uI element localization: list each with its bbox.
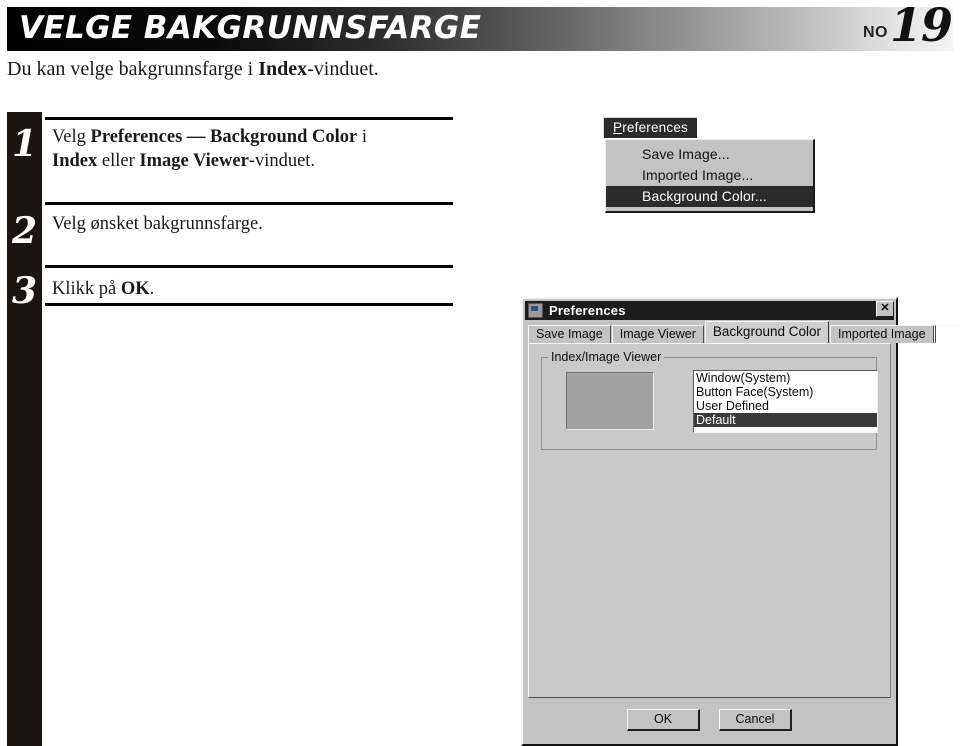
menubar-rest: references [622,120,689,135]
dialog-tabstrip: Save Image Image Viewer Background Color… [528,321,960,343]
groupbox-label: Index/Image Viewer [548,350,665,364]
step2-text: Velg ønsket bakgrunnsfarge. [52,214,263,234]
intro-bold-term: Index [258,58,308,80]
dialog-titlebar[interactable]: Preferences [525,301,894,320]
tab-background-color[interactable]: Background Color [704,321,829,343]
intro-suffix: -vinduet. [307,58,379,80]
step-text-3: Klikk på OK. [52,277,457,301]
menubar-item-preferences[interactable]: Preferences [603,117,698,138]
menu-item-background-color-label: Background Color... [642,188,767,204]
step-text-1: Velg Preferences — Background Color i In… [52,125,457,173]
step3-suffix: . [149,279,155,299]
step1-bold3: Image Viewer [139,151,249,171]
tabstrip-filler [934,325,960,343]
groupbox-index-image-viewer: Index/Image Viewer Window(System) Button… [541,350,878,450]
list-item[interactable]: Window(System) [694,371,877,385]
step-number-3: 3 [11,270,38,312]
list-item[interactable]: User Defined [694,399,877,413]
menubar-mnemonic: P [613,120,623,135]
language-code: NO [863,24,888,41]
preferences-dialog-screenshot: Preferences ✕ Save Image Image Viewer Ba… [521,297,960,746]
list-item[interactable]: Button Face(System) [694,385,877,399]
step-divider [45,117,453,120]
step-text-2: Velg ønsket bakgrunnsfarge. [52,212,457,236]
ok-button[interactable]: OK [627,709,700,731]
tab-imported-image[interactable]: Imported Image [829,325,934,343]
list-item[interactable]: Default [694,413,877,427]
menu-item-save-image[interactable]: Save Image... [606,144,813,165]
step-number-2: 2 [11,210,38,252]
intro-prefix: Du kan velge bakgrunnsfarge i [7,58,259,80]
color-preview-swatch[interactable] [566,372,654,430]
step-divider [45,303,453,306]
step1-part3: eller [97,151,140,171]
tab-image-viewer[interactable]: Image Viewer [611,325,704,343]
page-title: VELGE BAKGRUNNSFARGE [19,10,482,46]
page-number: 19 [889,0,953,52]
step1-part4: -vinduet. [248,151,316,171]
cancel-button[interactable]: Cancel [719,709,792,731]
intro-sentence: Du kan velge bakgrunnsfarge i Index-vind… [7,58,627,81]
window-icon [528,303,543,318]
preferences-dropdown-menu: Save Image... Imported Image... Backgrou… [605,139,815,213]
dialog-button-bar: OK Cancel [528,703,891,741]
tab-save-image[interactable]: Save Image [528,325,611,343]
menu-item-save-image-label: Save Image... [642,146,730,162]
step3-prefix: Klikk på [52,279,121,299]
preferences-menu-screenshot: Preferences Save Image... Imported Image… [603,117,818,213]
step1-part1: Velg [52,127,91,147]
menu-item-imported-image[interactable]: Imported Image... [606,165,813,186]
step1-bold2: Index [52,151,98,171]
step1-bold1: Preferences — Background Color [90,127,358,147]
step-divider [45,265,453,268]
menu-item-background-color[interactable]: Background Color... [606,186,813,207]
menu-item-imported-image-label: Imported Image... [642,167,754,183]
close-icon[interactable]: ✕ [876,301,894,317]
step1-part2: i [357,127,367,147]
tab-page-background-color: Index/Image Viewer Window(System) Button… [528,343,891,698]
step3-bold: OK [120,279,150,299]
step-number-rail [7,112,42,746]
step-number-1: 1 [11,123,38,165]
dialog-title: Preferences [549,303,626,318]
color-listbox[interactable]: Window(System) Button Face(System) User … [693,370,878,433]
step-divider [45,202,453,205]
